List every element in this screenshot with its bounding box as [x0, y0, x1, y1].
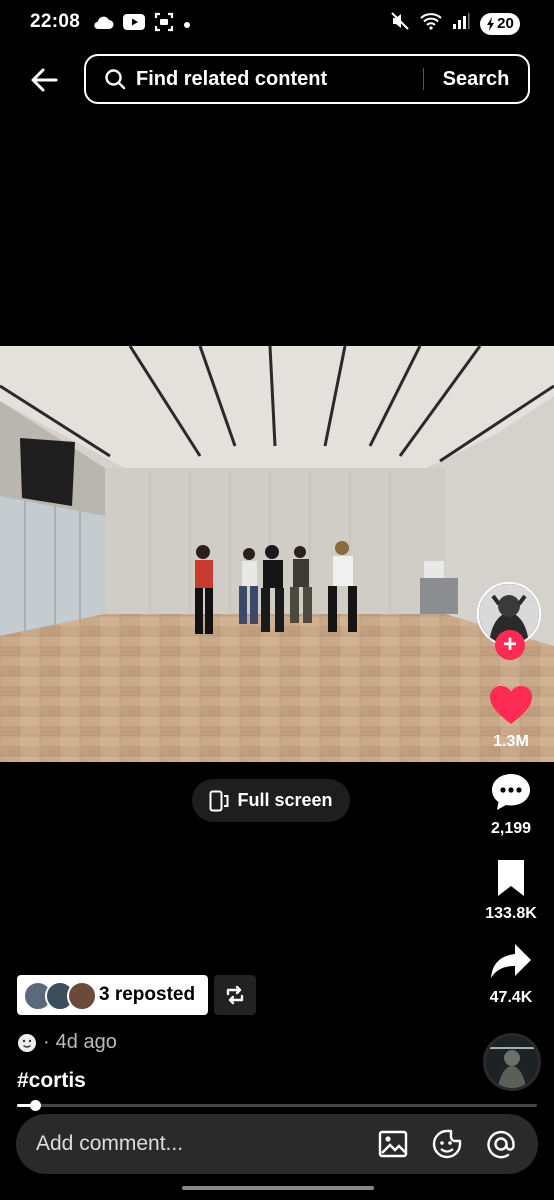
repost-avatars — [23, 979, 103, 1011]
comment-input[interactable]: Add comment... — [36, 1132, 376, 1156]
repost-button[interactable] — [214, 975, 256, 1015]
share-count: 47.4K — [489, 989, 533, 1006]
hashtag-link[interactable]: #cortis — [17, 1069, 86, 1093]
creator-avatar-button[interactable]: + — [477, 582, 543, 660]
repost-icon — [226, 985, 244, 1005]
fullscreen-icon — [209, 790, 229, 811]
battery-level: 20 — [497, 15, 514, 32]
comment-bar[interactable]: Add comment... — [16, 1114, 538, 1174]
smiley-avatar-icon — [18, 1033, 36, 1052]
music-disc[interactable] — [483, 1033, 541, 1091]
heart-icon — [490, 686, 532, 724]
progress-knob[interactable] — [30, 1100, 42, 1111]
screen-record-icon — [154, 12, 174, 37]
share-button[interactable]: 47.4K — [476, 942, 546, 1007]
video-frame — [0, 346, 554, 762]
bookmark-icon — [498, 860, 524, 896]
fullscreen-label: Full screen — [237, 790, 333, 810]
cloud-icon — [92, 14, 114, 35]
share-arrow-icon — [491, 944, 531, 978]
wifi-icon — [420, 12, 442, 35]
battery-icon: 20 — [480, 12, 520, 35]
post-time: 4d ago — [55, 1031, 117, 1053]
dot-icon — [183, 16, 191, 34]
follow-plus-button[interactable]: + — [495, 630, 525, 660]
video-progress-bar[interactable] — [17, 1100, 537, 1111]
fullscreen-button[interactable]: Full screen — [192, 779, 350, 822]
search-input[interactable]: Find related content — [136, 68, 423, 91]
search-icon — [105, 69, 126, 90]
back-arrow-icon — [31, 68, 58, 92]
emoji-icon[interactable] — [430, 1127, 464, 1161]
status-time: 22:08 — [30, 11, 81, 32]
meta-row: · 4d ago — [17, 1031, 117, 1054]
youtube-icon — [123, 14, 145, 35]
video-player[interactable] — [0, 346, 554, 762]
comment-bubble-icon — [492, 774, 530, 810]
repost-label: 3 reposted — [99, 984, 196, 1005]
mute-icon — [390, 11, 410, 36]
save-count: 133.8K — [485, 905, 537, 922]
search-bar[interactable]: Find related content Search — [84, 54, 530, 104]
back-button[interactable] — [26, 62, 62, 98]
status-right-icons: 20 — [390, 11, 520, 36]
like-button[interactable]: 1.3M — [476, 684, 546, 751]
comments-button[interactable]: 2,199 — [476, 771, 546, 838]
comment-count: 2,199 — [490, 820, 532, 837]
like-count: 1.3M — [493, 733, 529, 750]
repost-pill[interactable]: 3 reposted — [17, 975, 208, 1015]
bookmark-button[interactable]: 133.8K — [476, 858, 546, 923]
status-bar: 22:08 20 — [0, 0, 554, 44]
avatar — [67, 981, 97, 1011]
search-button[interactable]: Search — [424, 68, 528, 91]
image-icon[interactable] — [376, 1127, 410, 1161]
signal-icon — [452, 12, 470, 35]
home-indicator — [182, 1186, 374, 1190]
status-left-icons — [92, 12, 191, 37]
meta-separator: · — [43, 1031, 50, 1053]
mention-icon[interactable] — [484, 1127, 518, 1161]
